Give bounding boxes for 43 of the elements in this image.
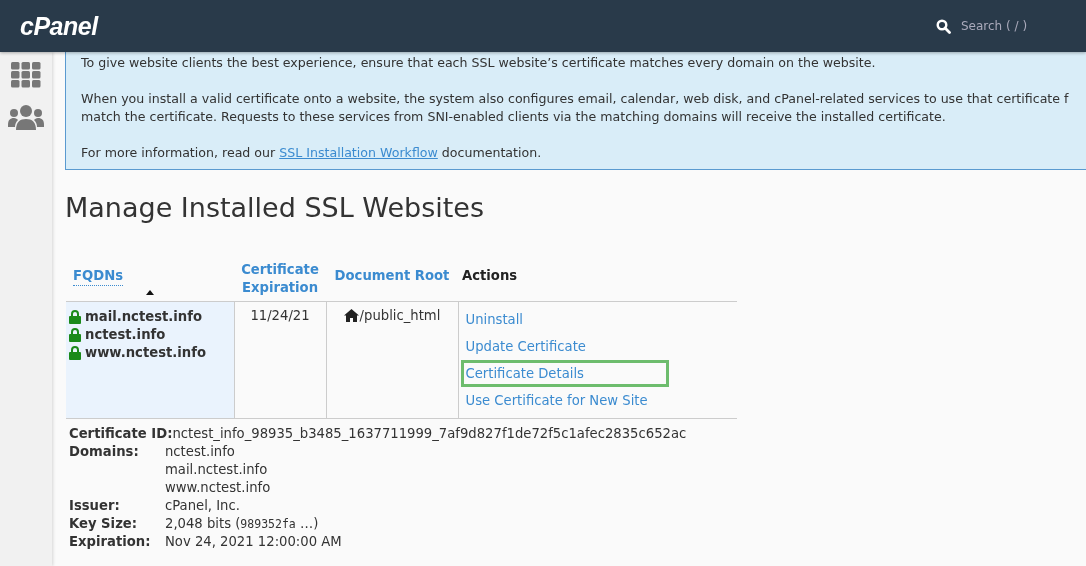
home-icon — [343, 309, 359, 322]
info-text: For more information, read our SSL Installation Workflow documentation. — [81, 144, 542, 162]
action-link[interactable]: Use Certificate for New Site — [460, 387, 733, 414]
info-text: When you install a valid certificate onto a website, the system also configures email, calendar, web disk, and cPanel-related services to use that certificate f — [81, 90, 1069, 108]
detail-value: www.nctest.info — [165, 479, 271, 497]
domain-name: nctest.info — [85, 326, 166, 344]
detail-value: 2,048 bits ( — [165, 515, 241, 533]
action-link[interactable]: Uninstall — [460, 306, 608, 333]
expiration-date: 11/24/21 — [250, 308, 310, 323]
action-link[interactable]: Update Certificate — [460, 333, 671, 360]
info-text: match the certificate. Requests to these services from SNI-enabled clients via the matching domains will receive the installed certificate. — [81, 108, 946, 126]
lock-icon — [69, 346, 81, 360]
grid-icon[interactable] — [11, 62, 41, 88]
cpanel-logo[interactable]: cPanel — [20, 11, 98, 41]
search-icon — [936, 18, 951, 34]
domain-name: www.nctest.info — [85, 344, 207, 362]
detail-label: Key Size: — [69, 515, 139, 533]
detail-value: Nov 24, 2021 12:00:00 AM — [165, 533, 342, 551]
detail-value: nctest_info_98935_b3485_1637711999_7af9d827f1de72f5c1afec2835c652ac — [172, 425, 687, 443]
column-header: Actions — [462, 267, 518, 285]
detail-value: …) — [298, 515, 319, 533]
detail-value: nctest.info — [165, 443, 236, 461]
workflow-link[interactable]: SSL Installation Workflow — [279, 145, 438, 160]
search-field[interactable]: Search ( / ) — [936, 18, 1046, 34]
lock-icon — [69, 328, 81, 342]
column-header[interactable]: Certificate Expiration — [238, 261, 322, 297]
lock-icon — [69, 310, 81, 324]
detail-label: Issuer: — [69, 497, 121, 515]
page-title: Manage Installed SSL Websites — [65, 192, 485, 223]
key-fingerprint: 989352fa — [240, 516, 296, 533]
column-header[interactable]: FQDNs — [73, 267, 124, 286]
info-text: To give website clients the best experience, ensure that each SSL website’s certificate matches every domain on the website. — [81, 54, 876, 72]
document-root: /public_html — [359, 308, 441, 323]
users-icon[interactable] — [8, 104, 44, 130]
detail-value: cPanel, Inc. — [165, 497, 240, 515]
detail-label: Expiration: — [69, 533, 152, 551]
column-header[interactable]: Document Root — [334, 267, 450, 285]
action-link[interactable]: Certificate Details — [460, 360, 669, 387]
detail-label: Certificate ID: — [69, 425, 173, 443]
detail-value: mail.nctest.info — [165, 461, 269, 479]
domain-name: mail.nctest.info — [85, 308, 202, 326]
detail-label: Domains: — [69, 443, 140, 461]
sort-arrow-icon[interactable] — [146, 290, 154, 295]
